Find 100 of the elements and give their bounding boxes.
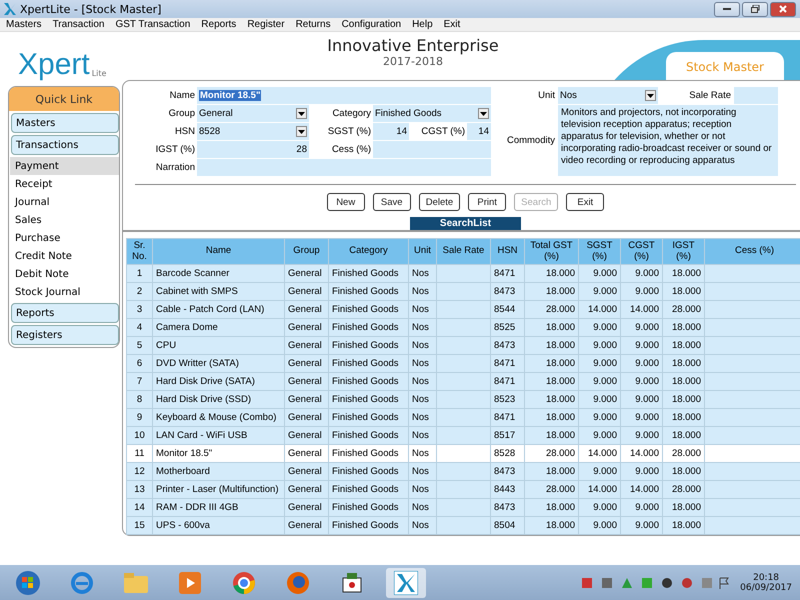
table-cell: Nos [408,462,436,480]
table-cell [436,318,490,336]
table-cell: Nos [408,444,436,462]
column-header[interactable]: Sr. No. [126,238,152,264]
table-cell: 9 [126,408,152,426]
table-cell: Finished Goods [328,462,408,480]
table-cell: 9.000 [578,516,620,534]
dropdown-caret-icon[interactable] [296,108,307,119]
column-header[interactable]: SGST (%) [578,238,620,264]
menu-item[interactable]: Reports [201,19,236,30]
sidebar-item[interactable]: Payment [10,157,119,175]
table-cell: Finished Goods [328,264,408,282]
table-cell: Finished Goods [328,372,408,390]
table-cell [436,408,490,426]
table-cell: Nos [408,354,436,372]
table-cell: Finished Goods [328,480,408,498]
action-button[interactable]: New [326,193,365,211]
table-cell: 7 [126,372,152,390]
menu-item[interactable]: Returns [296,19,331,30]
table-cell: 8528 [490,444,524,462]
action-button[interactable]: Exit [566,193,604,211]
table-cell: 9.000 [620,354,662,372]
table-cell: 8525 [490,318,524,336]
minimize-icon [723,8,731,10]
dropdown-caret-icon[interactable] [645,90,656,101]
table-cell: Barcode Scanner [152,264,284,282]
table-cell: 8504 [490,516,524,534]
table-cell [436,372,490,390]
action-button[interactable]: Save [372,193,411,211]
table-cell: RAM - DDR III 4GB [152,498,284,516]
table-cell [436,336,490,354]
column-header[interactable]: Category [328,238,408,264]
minimize-button[interactable] [714,2,740,16]
table-cell: 14 [126,498,152,516]
hsn-dropdown[interactable]: 8528 [197,123,309,140]
menu-item[interactable]: Masters [6,19,42,30]
sidebar-section[interactable]: Reports [11,303,119,323]
table-cell [436,300,490,318]
table-cell: 8473 [490,498,524,516]
column-header[interactable]: Total GST (%) [524,238,578,264]
menu-item[interactable]: Register [247,19,285,30]
restore-button[interactable] [742,2,768,16]
field-label: Sale Rate [688,90,731,101]
table-cell: UPS - 600va [152,516,284,534]
igst-field[interactable]: 28 [197,141,309,158]
table-cell: General [284,408,328,426]
table-cell: Nos [408,372,436,390]
action-button[interactable]: Delete [418,193,460,211]
column-header[interactable]: IGST (%) [662,238,704,264]
commodity-field[interactable]: Monitors and projectors, not incorporating television reception apparatus; reception apparatus for television, whether or not incorporating radio-broadcast receiver or sound or video recording or reproducing apparatus [558,105,778,176]
table-cell: 18.000 [662,372,704,390]
dropdown-caret-icon[interactable] [296,126,307,137]
table-cell: Finished Goods [328,516,408,534]
table-cell: 11 [126,444,152,462]
logo-subtext: Lite [92,69,106,78]
field-label: HSN [174,126,195,137]
menu-item[interactable]: Help [412,19,433,30]
field-label: IGST (%) [154,144,195,155]
action-button[interactable]: Print [468,193,506,211]
column-header[interactable]: Sale Rate [436,238,490,264]
sidebar-section[interactable]: Masters [11,113,119,133]
column-header[interactable]: CGST (%) [620,238,662,264]
table-cell: 8473 [490,282,524,300]
dropdown-caret-icon[interactable] [478,108,489,119]
menu-item[interactable]: Transaction [52,19,104,30]
table-cell: Finished Goods [328,444,408,462]
table-cell: 9.000 [620,390,662,408]
menu-item[interactable]: Exit [444,19,460,30]
field-label: Unit [537,90,555,101]
sidebar-section[interactable]: Registers [11,325,119,345]
xpert-taskbar-icon[interactable] [386,568,426,598]
unit-dropdown[interactable]: Nos [558,87,658,104]
menu-item[interactable]: GST Transaction [115,19,190,30]
table-cell: 4 [126,318,152,336]
category-dropdown[interactable]: Finished Goods [373,105,491,122]
column-header[interactable]: Group [284,238,328,264]
cgst-field[interactable]: 14 [467,123,491,140]
column-header[interactable]: Cess (%) [704,238,800,264]
sale-rate-field[interactable] [734,87,778,104]
narration-field[interactable] [197,159,491,176]
column-header[interactable]: Unit [408,238,436,264]
sgst-field[interactable]: 14 [373,123,409,140]
table-cell: Keyboard & Mouse (Combo) [152,408,284,426]
table-cell: 9.000 [578,408,620,426]
menu-item[interactable]: Configuration [342,19,402,30]
close-button[interactable] [770,2,796,16]
table-cell: 9.000 [578,264,620,282]
group-dropdown[interactable]: General [197,105,309,122]
cess-field[interactable] [373,141,491,158]
column-header[interactable]: Name [152,238,284,264]
column-header[interactable]: HSN [490,238,524,264]
sidebar-section[interactable]: Transactions [11,135,119,155]
table-cell: 9.000 [620,462,662,480]
table-cell: 9.000 [578,498,620,516]
table-cell: 18.000 [524,462,578,480]
table-cell [436,264,490,282]
table-cell: 9.000 [578,390,620,408]
window-title: XpertLite - [Stock Master] [20,2,162,16]
name-field[interactable]: Monitor 18.5" [197,87,491,104]
financial-year: 2017-2018 [383,55,443,68]
